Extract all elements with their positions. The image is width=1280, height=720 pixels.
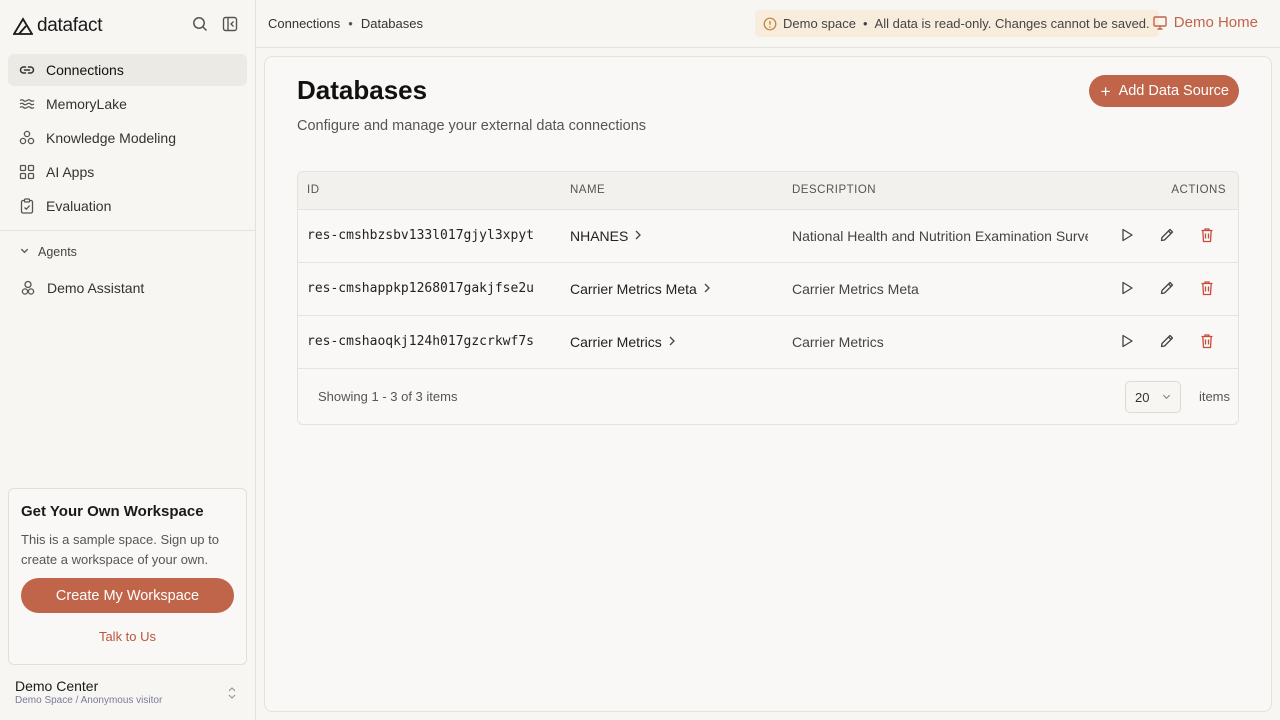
account-switcher[interactable]: Demo Center Demo Space / Anonymous visit…: [15, 678, 245, 706]
row-description: Carrier Metrics: [792, 334, 884, 350]
run-icon[interactable]: [1118, 279, 1136, 297]
edit-icon[interactable]: [1158, 279, 1176, 297]
breadcrumb-databases: Databases: [360, 16, 423, 31]
collapse-sidebar-icon[interactable]: [221, 15, 239, 33]
chevron-right-icon: [668, 335, 676, 349]
page-size-value: 20: [1135, 389, 1150, 405]
sidebar-nav: Connections MemoryLake Knowledge Modelin…: [8, 54, 247, 224]
create-workspace-button[interactable]: Create My Workspace: [21, 578, 234, 613]
table-row: res-cmshbzsbv133l017gjyl3xpyt NHANES Nat…: [298, 210, 1238, 263]
add-data-source-button[interactable]: + Add Data Source: [1088, 75, 1239, 107]
account-name: Demo Center: [15, 678, 99, 694]
agents-section-label: Agents: [38, 245, 77, 259]
agents-section-toggle[interactable]: Agents: [19, 245, 77, 259]
sidebar-item-label: AI Apps: [46, 164, 95, 180]
table-footer: Showing 1 - 3 of 3 items 20 items: [298, 369, 1238, 424]
page-size-label: items: [1198, 389, 1230, 404]
row-description: National Health and Nutrition Examinatio…: [792, 228, 1088, 244]
sidebar-item-evaluation[interactable]: Evaluation: [8, 190, 247, 222]
delete-icon[interactable]: [1198, 332, 1216, 350]
brand-name: datafact: [37, 15, 103, 36]
workspace-promo-card: Get Your Own Workspace This is a sample …: [8, 488, 247, 665]
delete-icon[interactable]: [1198, 226, 1216, 244]
breadcrumb-connections[interactable]: Connections: [268, 16, 340, 31]
sidebar-item-knowledge-modeling[interactable]: Knowledge Modeling: [8, 122, 247, 154]
edit-icon[interactable]: [1158, 332, 1176, 350]
page-title: Databases: [297, 75, 428, 105]
pagination-summary: Showing 1 - 3 of 3 items: [318, 389, 458, 404]
page-size-select[interactable]: 20: [1125, 381, 1181, 413]
banner-label: Demo space: [783, 16, 856, 31]
top-bar: Connections • Databases Demo space • All…: [256, 0, 1280, 48]
row-name-link[interactable]: Carrier Metrics Meta: [570, 281, 711, 297]
banner-separator: •: [862, 16, 868, 31]
network-icon: [19, 130, 35, 146]
row-id: res-cmshaoqkj124h017gzcrkwf7s: [307, 334, 534, 349]
chevron-down-icon: [1161, 390, 1172, 405]
column-header-name: NAME: [570, 184, 606, 196]
add-data-source-label: Add Data Source: [1118, 83, 1229, 99]
brand-logo[interactable]: datafact: [13, 14, 103, 38]
search-icon[interactable]: [191, 15, 209, 33]
sidebar-divider: [0, 230, 255, 231]
sidebar-item-connections[interactable]: Connections: [8, 54, 247, 86]
row-name-link[interactable]: Carrier Metrics: [570, 334, 676, 350]
sidebar: datafact Connections MemoryLake Knowledg…: [0, 0, 256, 720]
chevron-down-icon: [19, 245, 31, 259]
row-description: Carrier Metrics Meta: [792, 281, 919, 297]
sidebar-item-label: MemoryLake: [46, 96, 127, 112]
table-row: res-cmshappkp1268017gakjfse2u Carrier Me…: [298, 263, 1238, 316]
main-content: Databases Configure and manage your exte…: [264, 56, 1272, 712]
column-header-description: DESCRIPTION: [792, 184, 877, 196]
sidebar-item-demo-assistant[interactable]: Demo Assistant: [8, 272, 247, 304]
chevron-right-icon: [634, 229, 642, 243]
talk-to-us-link[interactable]: Talk to Us: [21, 629, 234, 644]
presentation-icon: [1152, 15, 1168, 31]
demo-home-label: Demo Home: [1173, 14, 1258, 31]
agent-label: Demo Assistant: [47, 280, 145, 296]
banner-message: All data is read-only. Changes cannot be…: [874, 16, 1150, 31]
account-subtitle: Demo Space / Anonymous visitor: [15, 695, 163, 706]
column-header-actions: ACTIONS: [1171, 184, 1226, 196]
datafact-logo-icon: [13, 17, 33, 35]
column-header-id: ID: [307, 184, 320, 196]
plus-icon: +: [1100, 81, 1111, 101]
info-icon: [763, 17, 777, 31]
chevron-up-down-icon: [227, 686, 237, 703]
row-name: Carrier Metrics: [570, 334, 662, 350]
run-icon[interactable]: [1118, 332, 1136, 350]
bot-icon: [20, 280, 36, 296]
demo-home-link[interactable]: Demo Home: [1152, 14, 1258, 31]
clipboard-check-icon: [19, 198, 35, 214]
row-id: res-cmshbzsbv133l017gjyl3xpyt: [307, 228, 534, 243]
read-only-banner: Demo space • All data is read-only. Chan…: [755, 10, 1159, 37]
table-header: ID NAME DESCRIPTION ACTIONS: [298, 172, 1238, 210]
sidebar-item-ai-apps[interactable]: AI Apps: [8, 156, 247, 188]
run-icon[interactable]: [1118, 226, 1136, 244]
breadcrumb: Connections • Databases: [268, 16, 423, 31]
edit-icon[interactable]: [1158, 226, 1176, 244]
row-name: NHANES: [570, 228, 629, 244]
waves-icon: [19, 96, 35, 112]
chevron-right-icon: [703, 282, 711, 296]
row-name: Carrier Metrics Meta: [570, 281, 697, 297]
sidebar-item-label: Knowledge Modeling: [46, 130, 176, 146]
page-subtitle: Configure and manage your external data …: [297, 118, 647, 134]
row-name-link[interactable]: NHANES: [570, 228, 642, 244]
databases-table: ID NAME DESCRIPTION ACTIONS res-cmshbzsb…: [297, 171, 1239, 425]
sidebar-item-memorylake[interactable]: MemoryLake: [8, 88, 247, 120]
promo-title: Get Your Own Workspace: [21, 503, 204, 520]
table-row: res-cmshaoqkj124h017gzcrkwf7s Carrier Me…: [298, 316, 1238, 369]
promo-text: This is a sample space. Sign up to creat…: [21, 532, 219, 567]
link-icon: [19, 62, 35, 78]
sidebar-item-label: Connections: [46, 62, 124, 78]
grid-icon: [19, 164, 35, 180]
breadcrumb-separator: •: [348, 16, 353, 31]
delete-icon[interactable]: [1198, 279, 1216, 297]
sidebar-item-label: Evaluation: [46, 198, 112, 214]
row-id: res-cmshappkp1268017gakjfse2u: [307, 281, 534, 296]
